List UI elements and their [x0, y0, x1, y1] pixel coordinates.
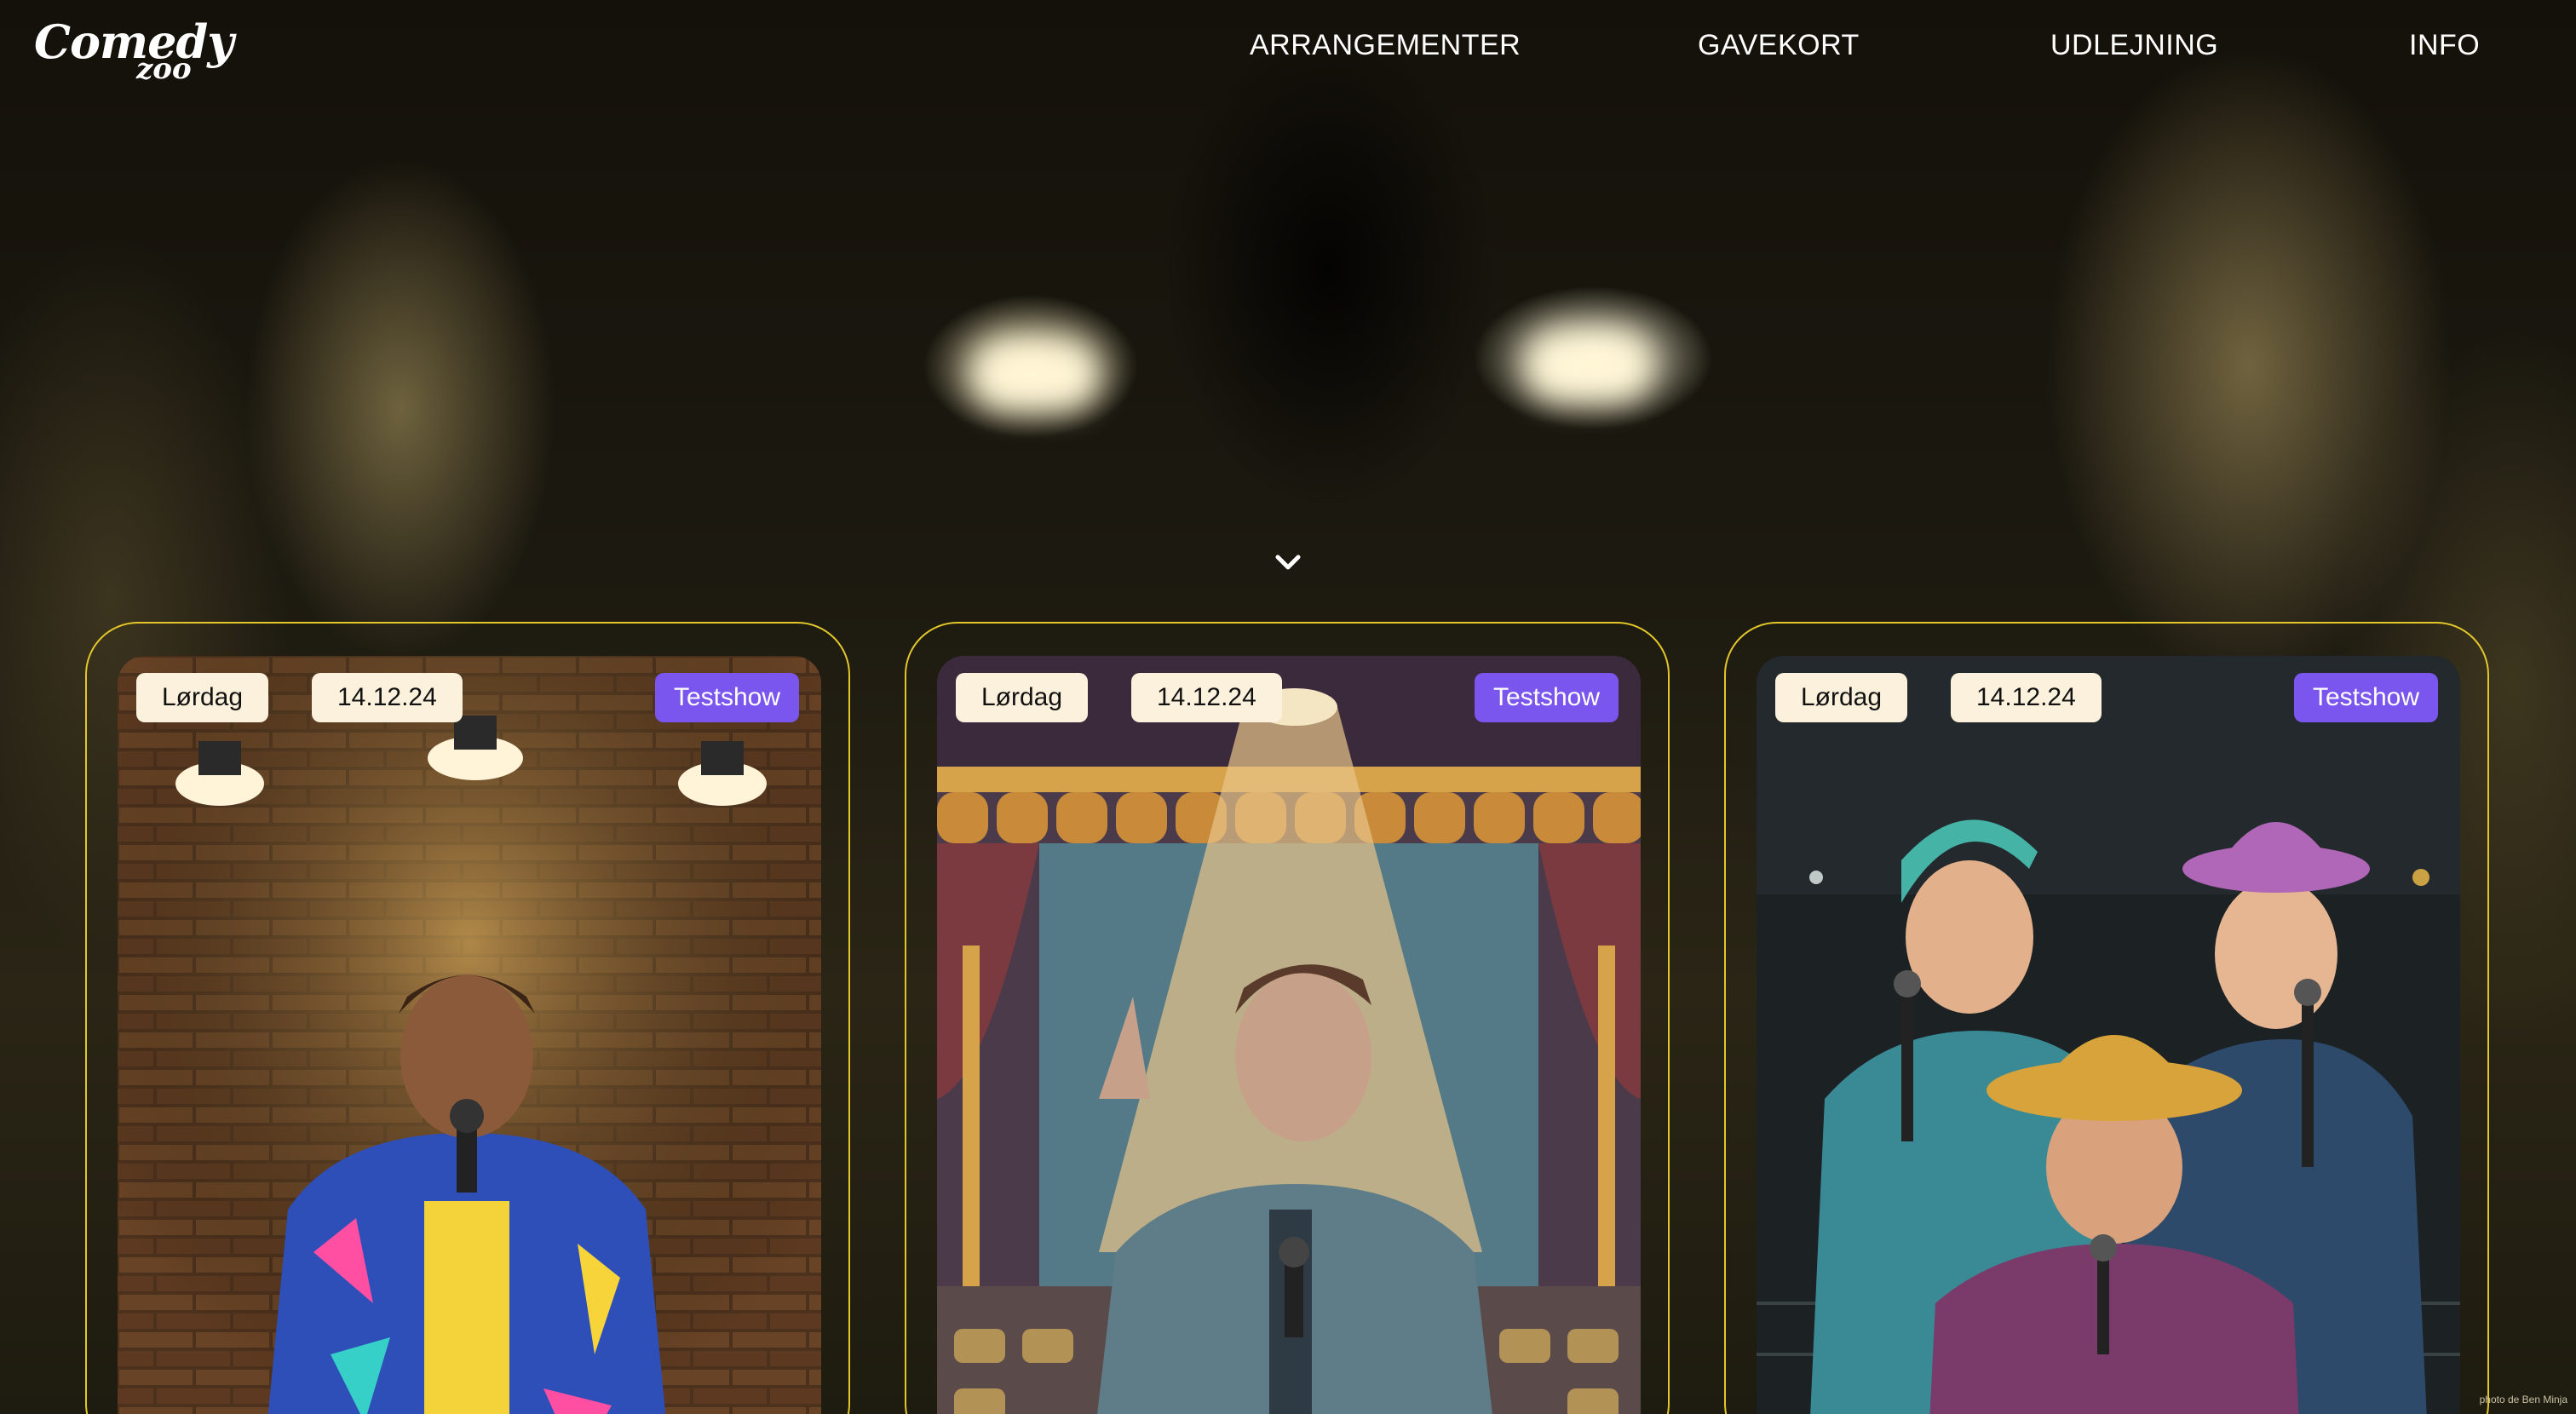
nav-arrangementer[interactable]: ARRANGEMENTER	[1250, 29, 1521, 62]
event-date-badge: 14.12.24	[1131, 673, 1282, 722]
page: Comedy zoo ARRANGEMENTER GAVEKORT UDLEJN…	[0, 0, 2576, 1414]
event-image-comedian-colorful-suit	[118, 656, 821, 1414]
event-tag-badge[interactable]: Testshow	[2293, 673, 2438, 722]
event-image-comedian-on-stage	[937, 656, 1641, 1414]
event-card[interactable]: Lørdag 14.12.24 Testshow	[1724, 622, 2489, 1414]
event-card[interactable]: Lørdag 14.12.24 Testshow	[905, 622, 1670, 1414]
logo-word-comedy: Comedy	[34, 14, 234, 69]
event-date-badge: 14.12.24	[312, 673, 463, 722]
nav-info[interactable]: INFO	[2409, 29, 2480, 62]
site-header: Comedy zoo ARRANGEMENTER GAVEKORT UDLEJN…	[0, 0, 2576, 94]
logo-word-zoo: zoo	[136, 52, 192, 86]
nav-gavekort[interactable]: GAVEKORT	[1698, 29, 1860, 62]
comedy-zoo-logo[interactable]: Comedy zoo	[34, 19, 256, 87]
chevron-down-icon[interactable]	[1271, 545, 1305, 579]
event-image-three-comedians	[1757, 656, 2460, 1414]
event-day-badge: Lørdag	[1775, 673, 1908, 722]
event-tag-badge[interactable]: Testshow	[1474, 673, 1619, 722]
event-day-badge: Lørdag	[136, 673, 269, 722]
event-card[interactable]: Lørdag 14.12.24 Testshow	[85, 622, 850, 1414]
event-day-badge: Lørdag	[956, 673, 1089, 722]
nav-udlejning[interactable]: UDLEJNING	[2050, 29, 2218, 62]
photo-credit: photo de Ben Minja	[2479, 1394, 2567, 1405]
event-tag-badge[interactable]: Testshow	[654, 673, 799, 722]
event-date-badge: 14.12.24	[1951, 673, 2102, 722]
